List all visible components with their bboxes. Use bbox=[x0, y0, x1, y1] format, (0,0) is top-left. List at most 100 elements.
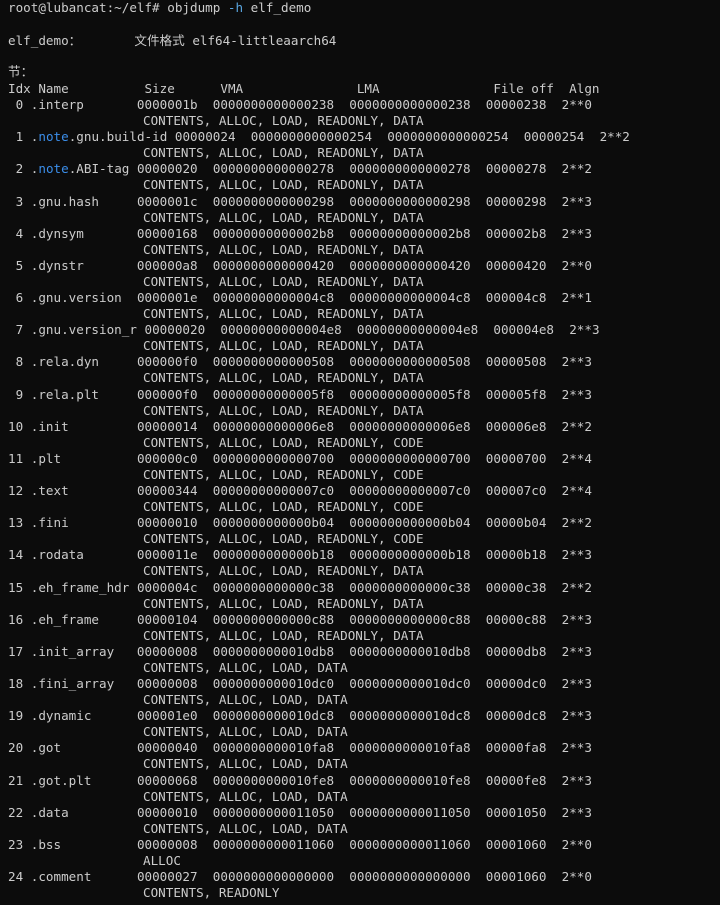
section-align: 2**0 bbox=[561, 257, 592, 273]
section-vma: 00000000000004c8 bbox=[212, 290, 335, 306]
header-lma: LMA bbox=[356, 81, 380, 96]
section-name-part: .rodata bbox=[30, 547, 84, 563]
section-align: 2**3 bbox=[561, 611, 592, 627]
file-label: elf_demo： bbox=[8, 33, 82, 48]
section-idx: 5 bbox=[8, 257, 24, 273]
section-file-offset: 00000420 bbox=[485, 257, 547, 273]
section-name: .got bbox=[31, 740, 61, 755]
section-idx: 8 bbox=[8, 354, 24, 370]
section-lma: 0000000000000700 bbox=[349, 450, 471, 466]
section-lma: 00000000000004c8 bbox=[349, 290, 471, 306]
section-idx: 6 bbox=[8, 290, 24, 306]
section-vma: 0000000000000254 bbox=[250, 129, 373, 145]
section-size: 0000004c bbox=[136, 579, 198, 595]
section-idx: 17 bbox=[8, 643, 24, 659]
section-size: 000001e0 bbox=[136, 708, 198, 724]
section-flags: ALLOC bbox=[143, 852, 181, 868]
section-vma: 0000000000010dc0 bbox=[212, 676, 335, 692]
section-file-offset: 00000c88 bbox=[485, 611, 547, 627]
section-align: 2**3 bbox=[561, 708, 592, 724]
section-row: 9 .rela.plt 000000f0 00000000000005f8 00… bbox=[8, 387, 592, 403]
sections-label: 节： bbox=[8, 64, 34, 79]
command-argument: elf_demo bbox=[250, 0, 312, 15]
section-size: 000000a8 bbox=[136, 257, 198, 273]
header-algn: Algn bbox=[569, 81, 600, 96]
section-lma: 0000000000000238 bbox=[349, 97, 471, 112]
section-size: 00000010 bbox=[136, 515, 198, 531]
section-vma: 0000000000010fe8 bbox=[212, 772, 335, 788]
section-row: 24 .comment 00000027 0000000000000000 00… bbox=[8, 869, 592, 885]
section-flags: CONTENTS, ALLOC, LOAD, READONLY, CODE bbox=[143, 434, 424, 450]
section-idx: 13 bbox=[8, 515, 24, 531]
section-flags: CONTENTS, ALLOC, LOAD, READONLY, DATA bbox=[143, 402, 424, 418]
section-flags: CONTENTS, ALLOC, LOAD, DATA bbox=[143, 820, 348, 836]
section-row: 2 .note.ABI-tag 00000020 000000000000027… bbox=[8, 161, 592, 177]
section-file-offset: 00001060 bbox=[485, 869, 547, 885]
section-name-part: .init_array bbox=[30, 643, 115, 659]
section-lma: 0000000000000c88 bbox=[349, 611, 471, 627]
section-file-offset: 00000298 bbox=[485, 193, 547, 209]
section-idx: 3 bbox=[8, 193, 24, 209]
section-vma: 0000000000010db8 bbox=[212, 643, 335, 659]
section-row: 3 .gnu.hash 0000001c 0000000000000298 00… bbox=[8, 194, 592, 210]
section-size: 00000040 bbox=[136, 740, 198, 756]
file-format-line: elf_demo： 文件格式 elf64-littleaarch64 bbox=[8, 33, 336, 49]
section-align: 2**2 bbox=[561, 161, 592, 177]
section-file-offset: 00000278 bbox=[485, 161, 547, 177]
section-row: 1 .note.gnu.build-id 00000024 0000000000… bbox=[8, 129, 630, 145]
section-name: .got.plt bbox=[31, 773, 92, 788]
section-row: 20 .got 00000040 0000000000010fa8 000000… bbox=[8, 740, 592, 756]
section-align: 2**2 bbox=[561, 579, 592, 595]
section-file-offset: 000006e8 bbox=[485, 418, 547, 434]
section-row: 7 .gnu.version_r 00000020 00000000000004… bbox=[8, 322, 600, 338]
command-name: objdump bbox=[167, 0, 221, 15]
section-align: 2**3 bbox=[569, 322, 600, 338]
section-name-part: .rela.plt bbox=[30, 386, 100, 402]
section-flags: CONTENTS, ALLOC, LOAD, READONLY, DATA bbox=[143, 563, 424, 579]
section-vma: 0000000000000420 bbox=[212, 257, 335, 273]
format-label: 文件格式 bbox=[134, 33, 185, 48]
section-vma: 0000000000010dc8 bbox=[212, 708, 335, 724]
section-name: .init_array bbox=[31, 644, 114, 659]
section-lma: 0000000000000b18 bbox=[349, 547, 471, 563]
section-name: .text bbox=[31, 483, 69, 498]
section-vma: 0000000000011060 bbox=[212, 836, 335, 852]
terminal-window[interactable]: root@lubancat:~/elf# objdump -h elf_demo… bbox=[0, 0, 720, 905]
section-idx: 1 bbox=[8, 129, 24, 145]
section-align: 2**4 bbox=[561, 483, 592, 499]
section-row: 16 .eh_frame 00000104 0000000000000c88 0… bbox=[8, 612, 592, 628]
section-name-part: .bss bbox=[30, 836, 62, 852]
section-vma: 00000000000005f8 bbox=[212, 386, 335, 402]
section-idx: 7 bbox=[8, 322, 24, 338]
section-name-part: .eh_frame bbox=[30, 611, 100, 627]
section-name: .interp bbox=[31, 97, 84, 112]
table-header: Idx Name Size VMA LMA File off Algn bbox=[8, 81, 600, 97]
section-name: .dynsym bbox=[31, 226, 84, 241]
section-row: 12 .text 00000344 00000000000007c0 00000… bbox=[8, 483, 592, 499]
section-align: 2**3 bbox=[561, 354, 592, 370]
section-flags: CONTENTS, ALLOC, LOAD, DATA bbox=[143, 788, 348, 804]
section-flags: CONTENTS, ALLOC, LOAD, READONLY, DATA bbox=[143, 209, 424, 225]
section-name-part: .fini_array bbox=[30, 676, 115, 692]
section-align: 2**0 bbox=[561, 869, 592, 885]
section-flags: CONTENTS, ALLOC, LOAD, READONLY, DATA bbox=[143, 273, 424, 289]
section-size: 00000027 bbox=[136, 869, 198, 885]
section-idx: 22 bbox=[8, 804, 24, 820]
section-file-offset: 00000dc8 bbox=[485, 708, 547, 724]
section-file-offset: 00000dc0 bbox=[485, 676, 547, 692]
section-file-offset: 000002b8 bbox=[485, 225, 547, 241]
section-size: 00000008 bbox=[136, 643, 198, 659]
section-lma: 0000000000000254 bbox=[387, 129, 509, 145]
section-name: .fini_array bbox=[31, 676, 114, 691]
section-name-part: .got bbox=[30, 740, 62, 756]
section-name-highlight: note bbox=[38, 161, 69, 177]
header-fileoff: File off bbox=[493, 81, 554, 96]
section-row: 13 .fini 00000010 0000000000000b04 00000… bbox=[8, 515, 592, 531]
section-lma: 0000000000000278 bbox=[349, 161, 471, 177]
section-align: 2**3 bbox=[561, 772, 592, 788]
section-idx: 16 bbox=[8, 611, 24, 627]
section-file-offset: 00001050 bbox=[485, 804, 547, 820]
section-name-part: .init bbox=[30, 418, 69, 434]
section-flags: CONTENTS, ALLOC, LOAD, READONLY, DATA bbox=[143, 113, 424, 128]
section-file-offset: 00001060 bbox=[485, 836, 547, 852]
